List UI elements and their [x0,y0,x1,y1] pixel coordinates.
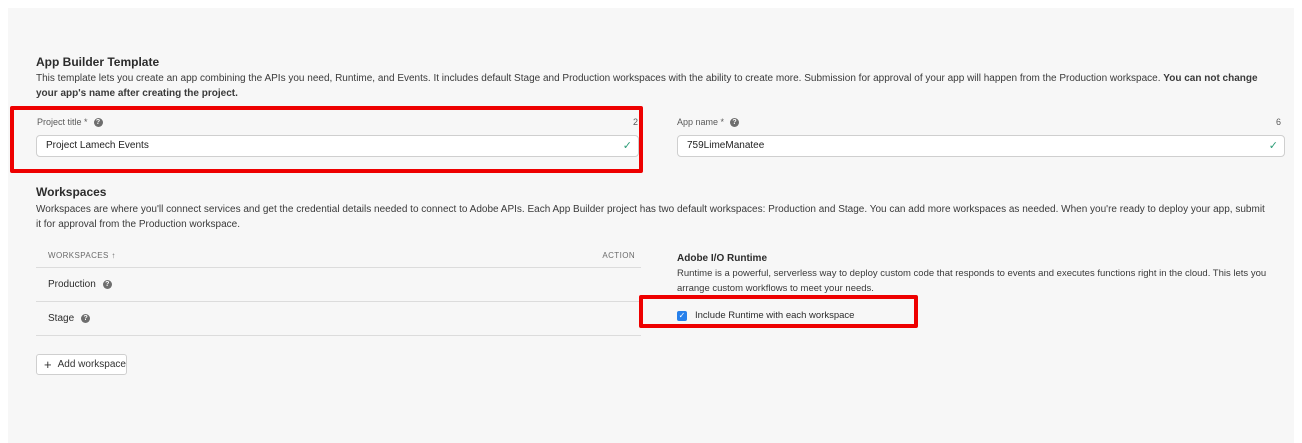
plus-icon: + [44,357,52,372]
valid-check-icon: ✓ [1268,140,1278,152]
help-icon[interactable]: ? [730,117,740,127]
help-icon[interactable]: ? [102,280,112,289]
workspace-name-stage: Stage ? [48,313,91,324]
table-row[interactable]: Stage ? [36,302,641,336]
workspace-name-production: Production ? [48,279,112,290]
column-header-workspaces[interactable]: WORKSPACES ↑ [48,251,116,260]
workspaces-table: WORKSPACES ↑ ACTION Production ? Stage ? [36,245,641,336]
app-name-input[interactable]: 759LimeManatee ✓ [677,135,1285,157]
app-name-value: 759LimeManatee [687,140,765,151]
template-description-text: This template lets you create an app com… [36,73,1164,84]
app-name-label: App name * [677,117,725,127]
runtime-title: Adobe I/O Runtime [677,253,767,264]
column-header-action: ACTION [602,251,635,260]
template-title: App Builder Template [36,55,160,69]
workspaces-description: Workspaces are where you'll connect serv… [36,204,1265,230]
app-name-label-row: App name * ? [677,117,740,127]
help-icon[interactable]: ? [81,314,91,323]
table-row[interactable]: Production ? [36,268,641,302]
workspace-name-text: Production [48,279,96,290]
workspace-name-text: Stage [48,313,75,324]
add-workspace-label: Add workspace [57,359,126,370]
add-workspace-button[interactable]: + Add workspace [36,354,127,375]
template-description: This template lets you create an app com… [36,71,1266,101]
runtime-description: Runtime is a powerful, serverless way to… [677,268,1267,294]
app-name-counter: 6 [1276,117,1282,127]
highlight-box-runtime [639,295,918,328]
table-header: WORKSPACES ↑ ACTION [36,245,641,268]
workspaces-title: Workspaces [36,185,107,199]
highlight-box-project-title [10,106,643,173]
